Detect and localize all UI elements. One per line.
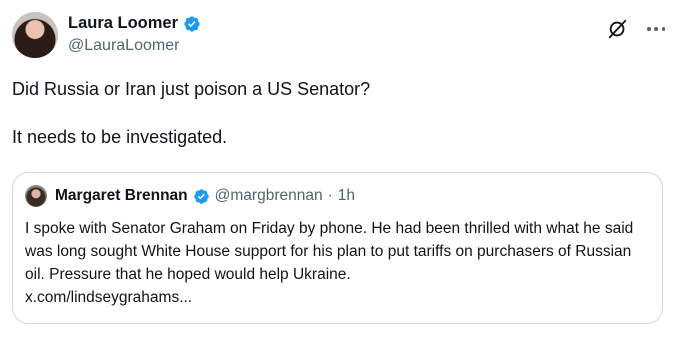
quoted-tweet[interactable]: Margaret Brennan @margbrennan · 1h I spo… bbox=[12, 172, 663, 324]
more-dot bbox=[647, 27, 651, 31]
more-dot bbox=[661, 27, 665, 31]
tweet-text-line: Did Russia or Iran just poison a US Sena… bbox=[12, 79, 371, 99]
quoted-tweet-text: I spoke with Senator Graham on Friday by… bbox=[25, 217, 653, 309]
grok-icon[interactable] bbox=[607, 18, 629, 40]
more-icon[interactable] bbox=[645, 18, 667, 40]
tweet-text: Did Russia or Iran just poison a US Sena… bbox=[12, 77, 662, 149]
quoted-tweet-link: x.com/lindseygrahams... bbox=[25, 289, 193, 306]
verified-badge-icon bbox=[193, 188, 209, 204]
quoted-tweet-time: 1h bbox=[337, 187, 356, 204]
author-name-row: Laura Loomer bbox=[68, 14, 201, 33]
quoted-tweet-header: Margaret Brennan @margbrennan · 1h bbox=[25, 185, 355, 207]
author-avatar[interactable] bbox=[12, 12, 58, 58]
quoted-tweet-body: I spoke with Senator Graham on Friday by… bbox=[25, 220, 634, 283]
quoted-author-display-name: Margaret Brennan bbox=[55, 187, 188, 204]
separator-dot: · bbox=[327, 187, 333, 204]
author-display-name[interactable]: Laura Loomer bbox=[68, 14, 178, 33]
tweet-header: Laura Loomer @LauraLoomer bbox=[12, 10, 669, 62]
quoted-author-handle: @margbrennan bbox=[214, 187, 323, 204]
more-dot bbox=[654, 27, 658, 31]
quoted-author-avatar bbox=[25, 185, 47, 207]
tweet-text-line: It needs to be investigated. bbox=[12, 127, 228, 147]
verified-badge-icon bbox=[184, 15, 200, 32]
author-handle[interactable]: @LauraLoomer bbox=[68, 37, 179, 55]
